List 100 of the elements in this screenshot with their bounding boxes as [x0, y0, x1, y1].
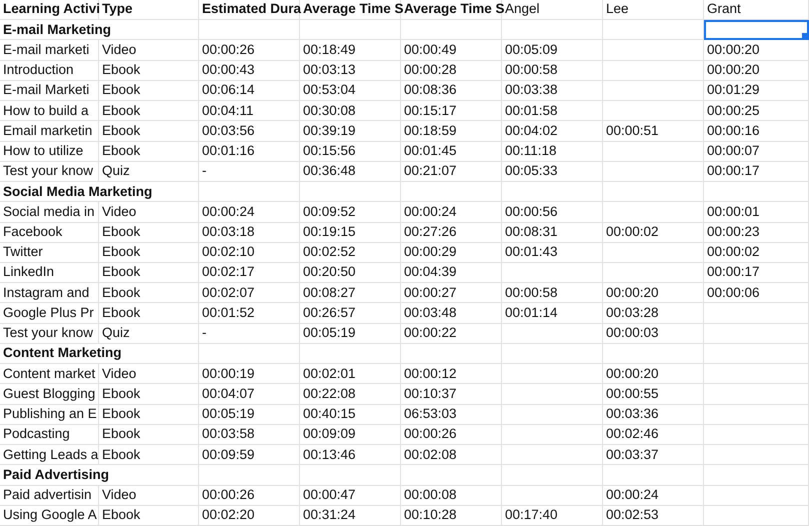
table-cell-text: 00:02:17 [202, 263, 255, 282]
table-cell-text: 00:00:20 [707, 61, 760, 80]
fill-handle[interactable] [802, 33, 807, 38]
table-cell-text: 00:03:38 [505, 81, 558, 100]
table-cell-text: 00:27:26 [404, 223, 457, 242]
section-heading: E-mail Marketing [3, 20, 112, 39]
table-cell-text: 00:00:01 [707, 202, 760, 221]
table-cell-text: 00:00:26 [202, 486, 255, 504]
table-cell-text: 00:00:56 [505, 202, 558, 221]
table-cell-text: 00:40:15 [303, 405, 356, 424]
table-cell-text: Ebook [102, 506, 140, 524]
table-cell-text: 00:00:22 [404, 324, 457, 342]
table-cell-text: 00:03:56 [202, 122, 255, 140]
table-cell-text: 00:05:33 [505, 162, 558, 180]
table-cell-text: 00:04:39 [404, 263, 457, 282]
table-cell-text: 00:03:13 [303, 61, 356, 80]
column-header: Average Time S [303, 0, 404, 18]
table-cell-text: 00:00:25 [707, 102, 760, 120]
table-cell-text: 00:15:17 [404, 102, 457, 120]
table-cell-text: 00:17:40 [505, 506, 558, 524]
table-cell-text: Content market [3, 364, 96, 383]
table-cell-text: 00:18:49 [303, 40, 356, 59]
table-cell-text: 00:00:19 [202, 364, 255, 383]
table-cell-text: 00:11:18 [505, 142, 557, 160]
column-header: Estimated Dura [202, 0, 302, 18]
table-cell-text: Ebook [102, 263, 140, 282]
table-cell-text: 00:00:17 [707, 162, 760, 180]
table-cell-text: 00:02:08 [404, 446, 457, 464]
table-cell-text: 00:08:31 [505, 223, 558, 242]
table-cell-text: 00:00:02 [707, 243, 760, 262]
table-cell-text: 00:05:19 [202, 405, 255, 424]
table-cell-text: Ebook [102, 304, 140, 322]
table-cell-text: E-mail marketi [3, 40, 90, 59]
table-cell-text: Paid advertisin [3, 486, 92, 504]
table-cell-text: 00:00:02 [606, 223, 659, 242]
table-cell-text: 00:02:07 [202, 284, 255, 302]
section-heading: Content Marketing [3, 344, 122, 362]
table-cell-text: 00:02:53 [606, 506, 659, 524]
table-cell-text: Introduction [3, 61, 74, 80]
table-cell-text: 00:00:07 [707, 142, 760, 160]
table-cell-text: 00:13:46 [303, 446, 356, 464]
table-cell-text: 00:03:28 [606, 304, 659, 322]
table-cell-text: 00:00:20 [606, 364, 659, 383]
column-header: Average Time S [404, 0, 505, 18]
table-cell-text: 00:00:06 [707, 284, 760, 302]
table-cell-text: 00:36:48 [303, 162, 356, 180]
table-cell-text: Ebook [102, 446, 140, 464]
table-cell-text: Guest Blogging [3, 384, 96, 403]
table-cell-text: 00:03:48 [404, 304, 457, 322]
table-cell-text: 00:02:10 [202, 243, 255, 262]
table-cell-text: 00:10:28 [404, 506, 457, 524]
table-cell-text: Ebook [102, 122, 140, 140]
table-cell-text: 00:00:08 [404, 486, 457, 504]
table-cell-text: 00:06:14 [202, 81, 255, 100]
table-cell-text: Getting Leads a [3, 446, 98, 464]
table-cell-text: 00:00:12 [404, 364, 457, 383]
table-cell-text: 00:00:26 [202, 40, 255, 59]
table-cell-text: Ebook [102, 384, 140, 403]
table-cell-text: Ebook [102, 243, 140, 262]
column-header: Learning Activi [3, 0, 100, 18]
table-cell-text: 00:00:26 [404, 425, 457, 444]
table-cell-text: Video [102, 202, 136, 221]
table-cell-text: 00:03:37 [606, 446, 659, 464]
table-cell-text: Video [102, 364, 136, 383]
table-cell-text: Using Google A [3, 506, 97, 524]
table-cell-text: Ebook [102, 142, 140, 160]
table-cell-text: E-mail Marketi [3, 81, 90, 100]
table-cell-text: Quiz [102, 324, 130, 342]
table-cell-text: 00:19:15 [303, 223, 356, 242]
table-cell-text: 00:04:07 [202, 384, 255, 403]
table-cell-text: 00:00:47 [303, 486, 356, 504]
table-cell-text: 00:00:49 [404, 40, 457, 59]
table-cell-text: 00:26:57 [303, 304, 356, 322]
table-cell-text: Social media in [3, 202, 95, 221]
table-cell-text: 00:00:58 [505, 284, 558, 302]
table-cell-text: Quiz [102, 162, 130, 180]
table-cell-text: Ebook [102, 223, 140, 242]
table-cell-text: 00:03:18 [202, 223, 255, 242]
table-cell-text: 06:53:03 [404, 405, 457, 424]
table-cell-text: 00:02:52 [303, 243, 356, 262]
table-cell-text: 00:02:01 [303, 364, 356, 383]
table-cell-text: Ebook [102, 284, 140, 302]
table-cell-text: 00:00:55 [606, 384, 659, 403]
table-cell-text: 00:01:14 [505, 304, 558, 322]
table-cell-text: 00:31:24 [303, 506, 356, 524]
table-cell-text: 00:00:24 [606, 486, 659, 504]
table-cell-text: 00:00:23 [707, 223, 760, 242]
table-cell-text: 00:00:51 [606, 122, 659, 140]
table-cell-text: Google Plus Pr [3, 304, 94, 322]
table-cell-text: 00:21:07 [404, 162, 457, 180]
selected-cell[interactable] [704, 20, 809, 40]
column-header: Grant [707, 0, 741, 18]
table-cell-text: 00:00:27 [404, 284, 457, 302]
table-cell-text: Video [102, 40, 136, 59]
table-cell-text: 00:30:08 [303, 102, 356, 120]
table-cell-text: 00:00:20 [707, 40, 760, 59]
table-cell-text: 00:03:58 [202, 425, 255, 444]
table-cell-text: 00:01:29 [707, 81, 760, 100]
table-cell-text: Ebook [102, 102, 140, 120]
table-cell-text: 00:05:19 [303, 324, 356, 342]
